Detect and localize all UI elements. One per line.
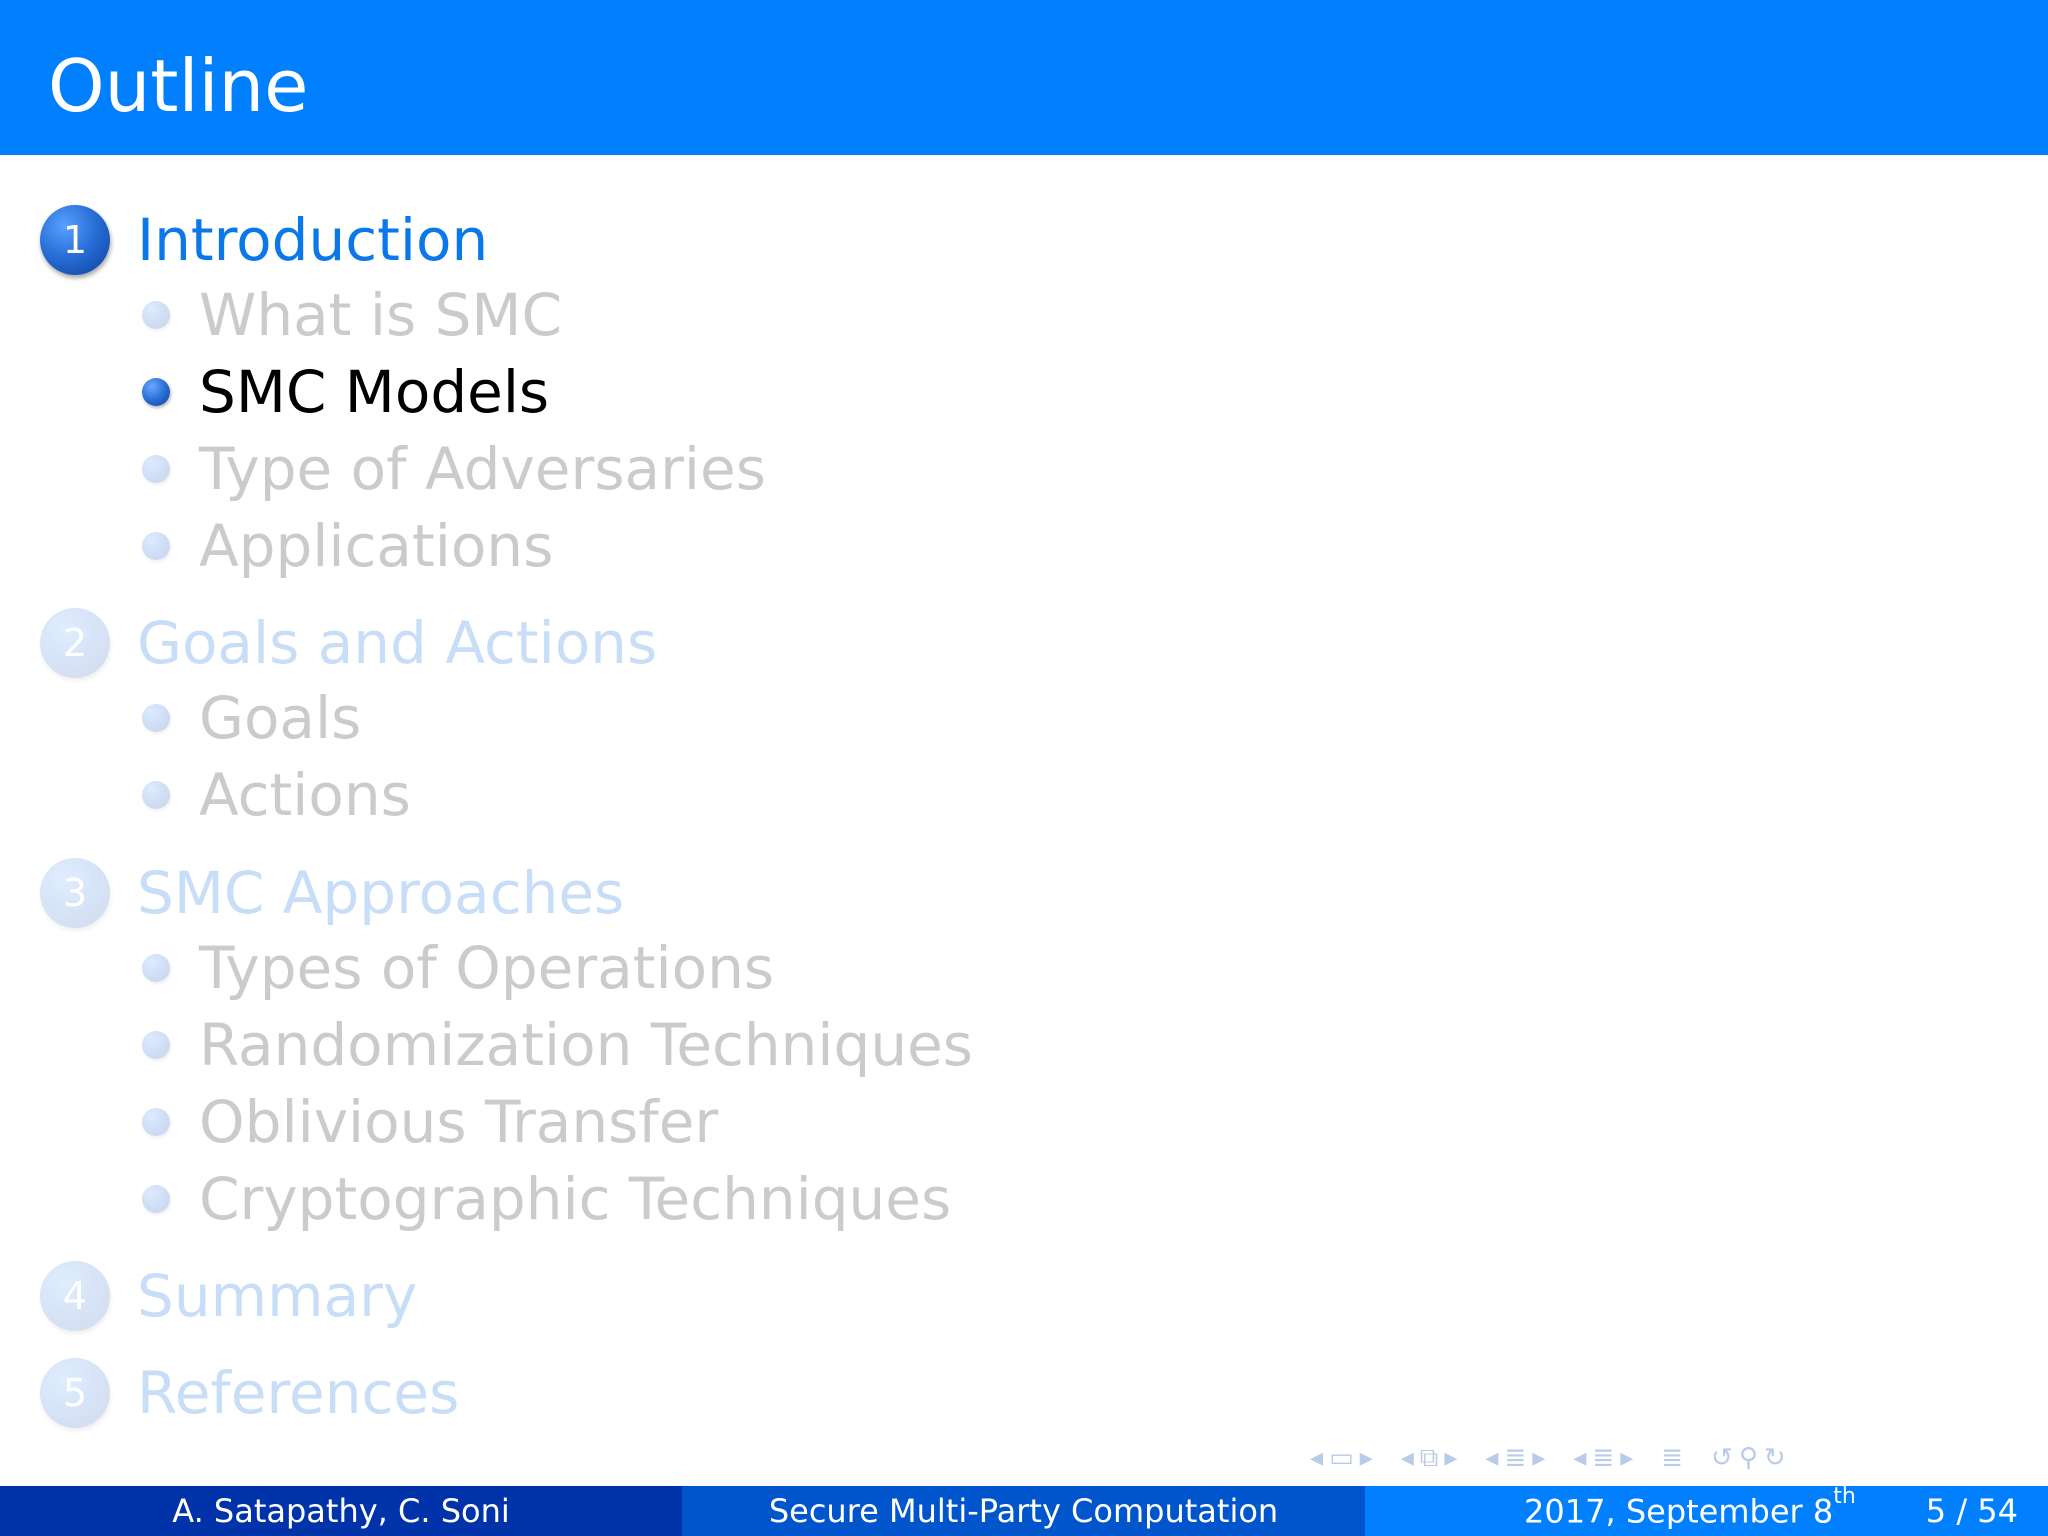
bullet-icon — [142, 455, 170, 483]
next-arrow-icon[interactable]: ▸ — [1360, 1443, 1373, 1473]
table-of-contents: 1 Introduction What is SMC SMC Models Ty… — [0, 0, 2048, 1460]
section-number-ball: 3 — [40, 858, 110, 928]
bullet-icon — [142, 378, 170, 406]
next-arrow-icon[interactable]: ▸ — [1444, 1443, 1457, 1473]
navigation-symbols: ◂ ▭ ▸ ◂ ⧉ ▸ ◂ ≣ ▸ ◂ ≣ ▸ ≣ ↺ ⚲ ↻ — [1310, 1440, 2040, 1476]
section-label: Introduction — [137, 206, 489, 274]
redo-icon[interactable]: ↻ — [1764, 1443, 1786, 1473]
slide-footer: A. Satapathy, C. Soni Secure Multi-Party… — [0, 1483, 2048, 1536]
subsection-label: What is SMC — [199, 281, 562, 349]
section-number-ball: 2 — [40, 608, 110, 678]
bullet-icon — [142, 704, 170, 732]
section-label: SMC Approaches — [137, 859, 625, 927]
toc-nav: ≣ — [1661, 1443, 1683, 1473]
section-number-ball: 4 — [40, 1261, 110, 1331]
prev-arrow-icon[interactable]: ◂ — [1573, 1443, 1586, 1473]
prev-arrow-icon[interactable]: ◂ — [1401, 1443, 1414, 1473]
section-icon[interactable]: ≣ — [1504, 1443, 1526, 1473]
prev-arrow-icon[interactable]: ◂ — [1485, 1443, 1498, 1473]
subsection-label: Cryptographic Techniques — [199, 1165, 952, 1233]
section-label: Summary — [137, 1262, 418, 1330]
frame-icon[interactable]: ▭ — [1329, 1443, 1354, 1473]
footer-date-page: 2017, September 8th 5 / 54 — [1365, 1483, 2048, 1536]
footer-page-number: 5 / 54 — [1925, 1492, 2018, 1530]
search-icon[interactable]: ⚲ — [1739, 1443, 1758, 1473]
subsection-label: Randomization Techniques — [199, 1011, 974, 1079]
prev-arrow-icon[interactable]: ◂ — [1310, 1443, 1323, 1473]
bullet-icon — [142, 1031, 170, 1059]
subsection-icon[interactable]: ⧉ — [1420, 1443, 1439, 1474]
toc-icon[interactable]: ≣ — [1661, 1443, 1683, 1473]
section-nav: ◂ ≣ ▸ — [1485, 1443, 1545, 1473]
subsection-label: Oblivious Transfer — [199, 1088, 719, 1156]
subsection-label: SMC Models — [199, 358, 550, 426]
frame-nav: ◂ ▭ ▸ — [1310, 1443, 1373, 1473]
bullet-icon — [142, 301, 170, 329]
bullet-icon — [142, 1185, 170, 1213]
bullet-icon — [142, 1108, 170, 1136]
subsection-list-icon[interactable]: ≣ — [1592, 1443, 1614, 1473]
next-arrow-icon[interactable]: ▸ — [1532, 1443, 1545, 1473]
subsection-label: Type of Adversaries — [199, 435, 766, 503]
document-nav: ◂ ≣ ▸ — [1573, 1443, 1633, 1473]
bullet-icon — [142, 781, 170, 809]
footer-date: 2017, September 8th — [1524, 1483, 1856, 1531]
history-nav: ↺ ⚲ ↻ — [1711, 1443, 1786, 1473]
subsection-label: Actions — [199, 761, 411, 829]
footer-authors: A. Satapathy, C. Soni — [0, 1486, 682, 1536]
subsection-label: Applications — [199, 512, 554, 580]
section-number-ball: 1 — [40, 205, 110, 275]
subsection-label: Types of Operations — [199, 934, 775, 1002]
section-label: Goals and Actions — [137, 609, 658, 677]
bullet-icon — [142, 954, 170, 982]
footer-title: Secure Multi-Party Computation — [682, 1486, 1365, 1536]
subsection-label: Goals — [199, 684, 362, 752]
next-arrow-icon[interactable]: ▸ — [1620, 1443, 1633, 1473]
section-number-ball: 5 — [40, 1358, 110, 1428]
section-label: References — [137, 1359, 460, 1427]
undo-icon[interactable]: ↺ — [1711, 1443, 1733, 1473]
bullet-icon — [142, 532, 170, 560]
subsection-nav: ◂ ⧉ ▸ — [1401, 1443, 1458, 1474]
